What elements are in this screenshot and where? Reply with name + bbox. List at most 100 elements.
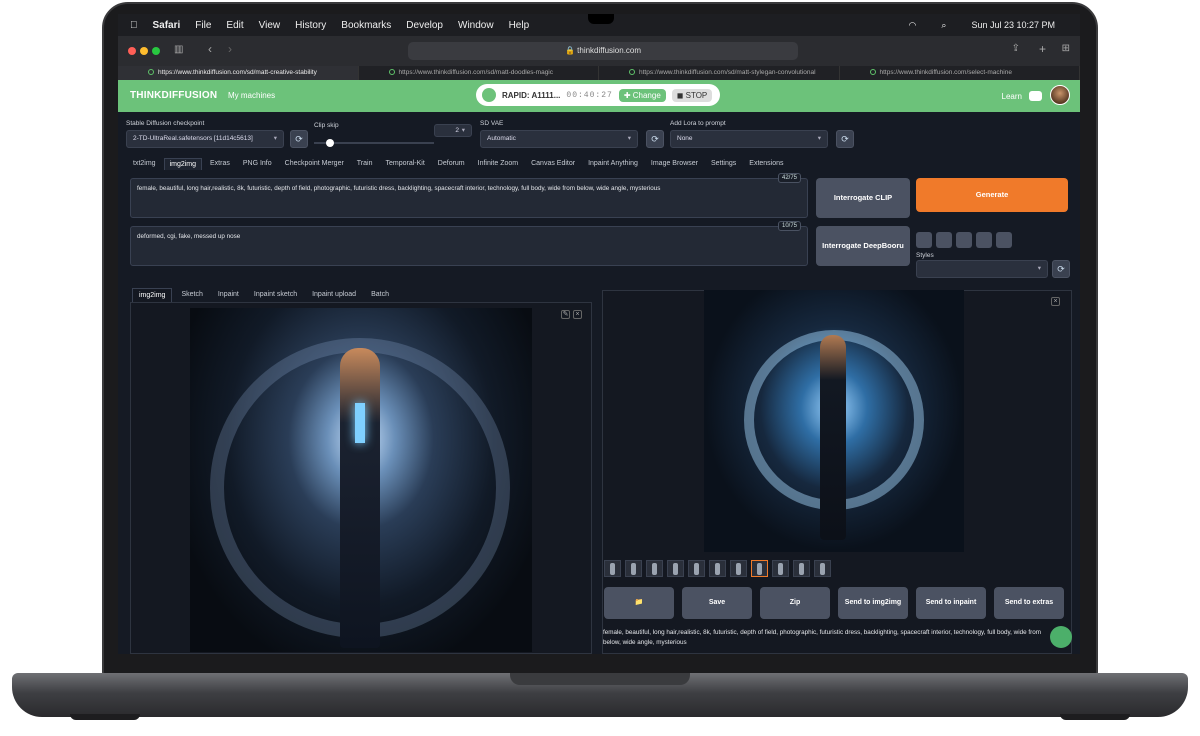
tab-extras[interactable]: Extras: [205, 158, 235, 170]
thumbnail[interactable]: [772, 560, 789, 577]
wifi-icon[interactable]: ◠: [909, 20, 917, 31]
subtab-inpaint-upload[interactable]: Inpaint upload: [306, 288, 362, 302]
menu-help[interactable]: Help: [509, 20, 530, 31]
my-machines-link[interactable]: My machines: [228, 91, 275, 100]
edit-icon[interactable]: ✎: [561, 310, 570, 319]
apply-style-icon[interactable]: ⟳: [1052, 260, 1070, 278]
save-style-icon[interactable]: [996, 232, 1012, 248]
tab-deforum[interactable]: Deforum: [433, 158, 470, 170]
clip-skip-number[interactable]: 2: [434, 124, 472, 137]
tab-overview-icon[interactable]: ⊞: [1062, 43, 1070, 54]
menu-bookmarks[interactable]: Bookmarks: [341, 20, 391, 31]
browser-tab[interactable]: https://www.thinkdiffusion.com/select-ma…: [840, 66, 1080, 80]
menu-file[interactable]: File: [195, 20, 211, 31]
back-icon[interactable]: ‹: [208, 42, 212, 56]
browser-tab[interactable]: https://www.thinkdiffusion.com/sd/matt-d…: [359, 66, 599, 80]
prompt-textarea[interactable]: female, beautiful, long hair,realistic, …: [130, 173, 808, 218]
folder-icon: 📁: [634, 599, 644, 606]
tab-img2img[interactable]: img2img: [163, 158, 203, 170]
tab-settings[interactable]: Settings: [706, 158, 741, 170]
tab-checkpoint-merger[interactable]: Checkpoint Merger: [280, 158, 349, 170]
generate-button[interactable]: Generate: [916, 178, 1068, 212]
browser-tab[interactable]: https://www.thinkdiffusion.com/sd/matt-c…: [118, 66, 359, 80]
menu-history[interactable]: History: [295, 20, 326, 31]
trash-icon[interactable]: [936, 232, 952, 248]
tab-canvas-editor[interactable]: Canvas Editor: [526, 158, 580, 170]
record-icon[interactable]: [956, 232, 972, 248]
menu-view[interactable]: View: [259, 20, 281, 31]
tab-extensions[interactable]: Extensions: [744, 158, 788, 170]
checkpoint-select[interactable]: 2-TD-UltraReal.safetensors [11d14c5613]: [126, 130, 284, 148]
chat-support-icon[interactable]: [1050, 626, 1072, 648]
tab-train[interactable]: Train: [352, 158, 378, 170]
menu-develop[interactable]: Develop: [406, 20, 443, 31]
thumbnail[interactable]: [709, 560, 726, 577]
negative-prompt-textarea[interactable]: deformed, cgi, fake, messed up nose 10/7…: [130, 221, 808, 266]
maximize-window-icon[interactable]: [152, 47, 160, 55]
thumbnail-selected[interactable]: [751, 560, 768, 577]
interrogate-deepbooru-button[interactable]: Interrogate DeepBooru: [816, 226, 910, 266]
thumbnail[interactable]: [667, 560, 684, 577]
close-icon[interactable]: ×: [573, 310, 582, 319]
subtab-inpaint[interactable]: Inpaint: [212, 288, 245, 302]
open-folder-button[interactable]: 📁: [604, 587, 674, 619]
tool-icon[interactable]: [916, 232, 932, 248]
tab-inpaint-anything[interactable]: Inpaint Anything: [583, 158, 643, 170]
refresh-checkpoint-icon[interactable]: ⟳: [290, 130, 308, 148]
output-image[interactable]: [704, 290, 964, 552]
save-button[interactable]: Save: [682, 587, 752, 619]
tab-image-browser[interactable]: Image Browser: [646, 158, 703, 170]
sidebar-icon[interactable]: ▥: [174, 44, 183, 55]
forward-icon[interactable]: ›: [228, 42, 232, 56]
thumbnail[interactable]: [646, 560, 663, 577]
browser-tab[interactable]: https://www.thinkdiffusion.com/sd/matt-s…: [599, 66, 840, 80]
menu-edit[interactable]: Edit: [226, 20, 243, 31]
zip-button[interactable]: Zip: [760, 587, 830, 619]
thumbnail[interactable]: [730, 560, 747, 577]
tab-png-info[interactable]: PNG Info: [238, 158, 277, 170]
send-to-inpaint-button[interactable]: Send to inpaint: [916, 587, 986, 619]
avatar[interactable]: [1050, 85, 1070, 105]
apple-icon[interactable]: : [130, 20, 138, 31]
lock-icon: 🔒: [564, 46, 575, 55]
thumbnail[interactable]: [604, 560, 621, 577]
thumbnail[interactable]: [814, 560, 831, 577]
input-image[interactable]: [190, 308, 532, 652]
tab-txt2img[interactable]: txt2img: [128, 158, 161, 170]
menu-app-name[interactable]: Safari: [153, 20, 181, 31]
send-to-img2img-button[interactable]: Send to img2img: [838, 587, 908, 619]
thumbnail[interactable]: [625, 560, 642, 577]
clipboard-icon[interactable]: [976, 232, 992, 248]
search-icon[interactable]: ⌕: [941, 20, 946, 31]
send-to-extras-button[interactable]: Send to extras: [994, 587, 1064, 619]
thinkdiffusion-logo[interactable]: THINKDIFFUSION: [130, 90, 217, 101]
subtab-inpaint-sketch[interactable]: Inpaint sketch: [248, 288, 303, 302]
learn-link[interactable]: Learn: [1002, 92, 1022, 101]
vae-select[interactable]: Automatic: [480, 130, 638, 148]
subtab-sketch[interactable]: Sketch: [175, 288, 208, 302]
close-window-icon[interactable]: [128, 47, 136, 55]
discord-icon[interactable]: [1029, 91, 1042, 101]
share-icon[interactable]: ⇪: [1012, 43, 1020, 54]
close-output-icon[interactable]: ×: [1051, 297, 1060, 306]
refresh-lora-icon[interactable]: ⟳: [836, 130, 854, 148]
refresh-vae-icon[interactable]: ⟳: [646, 130, 664, 148]
address-bar[interactable]: 🔒 thinkdiffusion.com: [408, 42, 798, 60]
clip-skip-slider[interactable]: [314, 139, 434, 147]
new-tab-icon[interactable]: +: [1039, 42, 1046, 56]
thumbnail[interactable]: [793, 560, 810, 577]
minimize-window-icon[interactable]: [140, 47, 148, 55]
menu-window[interactable]: Window: [458, 20, 494, 31]
subtab-batch[interactable]: Batch: [365, 288, 395, 302]
thumbnail[interactable]: [688, 560, 705, 577]
tab-infinite-zoom[interactable]: Infinite Zoom: [473, 158, 523, 170]
menu-clock[interactable]: Sun Jul 23 10:27 PM: [971, 20, 1055, 30]
slider-handle[interactable]: [326, 139, 334, 147]
tab-temporal-kit[interactable]: Temporal-Kit: [381, 158, 430, 170]
styles-select[interactable]: [916, 260, 1048, 278]
subtab-img2img[interactable]: img2img: [132, 288, 173, 302]
interrogate-clip-button[interactable]: Interrogate CLIP: [816, 178, 910, 218]
lora-select[interactable]: None: [670, 130, 828, 148]
stop-button[interactable]: ◼ STOP: [671, 88, 713, 102]
change-button[interactable]: ✚ Change: [618, 88, 666, 102]
